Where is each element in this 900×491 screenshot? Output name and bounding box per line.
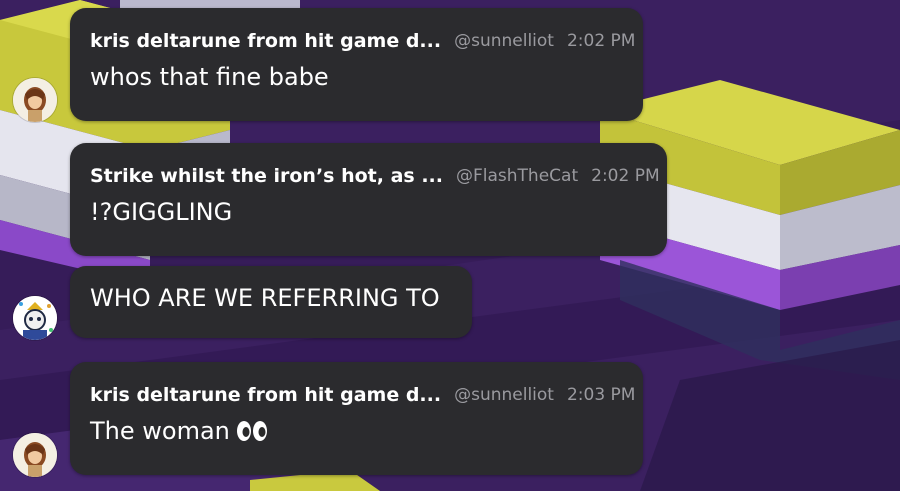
message-text: !?GIGGLING	[90, 198, 233, 226]
message-text: WHO ARE WE REFERRING TO	[90, 284, 440, 312]
message-timestamp: 2:03 PM	[566, 385, 636, 405]
message-header: Strike whilst the iron’s hot, as ... @Fl…	[90, 163, 660, 189]
author-handle[interactable]: @sunnelliot	[454, 31, 554, 51]
kris-deltarune-avatar-icon	[13, 78, 57, 122]
message-text-row: The woman	[90, 416, 623, 449]
author-handle[interactable]: @FlashTheCat	[456, 166, 578, 186]
kris-deltarune-avatar-icon	[13, 433, 57, 477]
message-text: whos that fine babe	[90, 63, 329, 91]
author-name[interactable]: kris deltarune from hit game d...	[90, 30, 441, 52]
author-handle[interactable]: @sunnelliot	[454, 385, 554, 405]
message-timestamp: 2:02 PM	[566, 31, 636, 51]
user-avatar[interactable]	[13, 78, 57, 122]
message-bubble[interactable]: WHO ARE WE REFERRING TO	[70, 266, 472, 338]
message-bubble[interactable]: kris deltarune from hit game d... @sunne…	[70, 8, 643, 121]
message-text: The woman	[90, 417, 230, 445]
message-header: kris deltarune from hit game d... @sunne…	[90, 382, 635, 408]
message-timestamp: 2:02 PM	[591, 166, 660, 186]
user-avatar[interactable]	[13, 433, 57, 477]
eyes-emoji-icon	[236, 419, 268, 449]
author-name[interactable]: Strike whilst the iron’s hot, as ...	[90, 165, 443, 187]
author-name[interactable]: kris deltarune from hit game d...	[90, 384, 441, 406]
message-bubble[interactable]: Strike whilst the iron’s hot, as ... @Fl…	[70, 143, 667, 256]
message-header: kris deltarune from hit game d... @sunne…	[90, 28, 635, 54]
user-avatar[interactable]	[13, 296, 57, 340]
message-bubble[interactable]: kris deltarune from hit game d... @sunne…	[70, 362, 643, 475]
party-character-avatar-icon	[13, 296, 57, 340]
